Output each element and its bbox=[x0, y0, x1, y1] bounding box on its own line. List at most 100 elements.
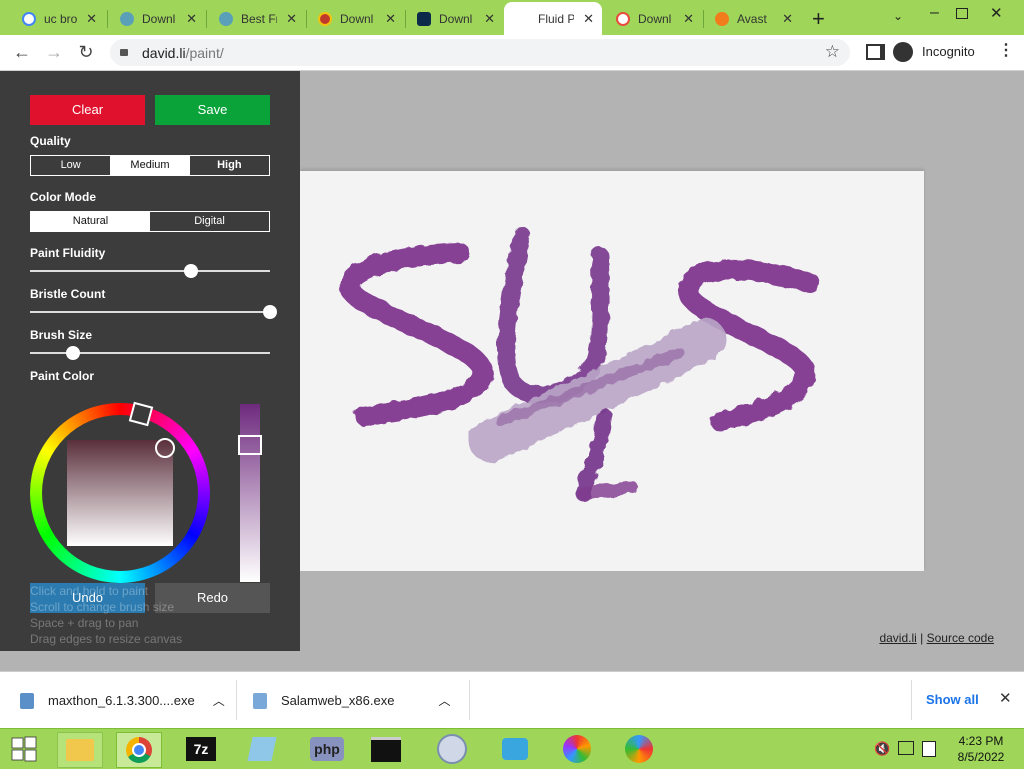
opacity-bar[interactable] bbox=[240, 404, 260, 582]
back-arrow-icon[interactable]: ← bbox=[10, 40, 34, 64]
hint-resize: Drag edges to resize canvas bbox=[30, 632, 183, 646]
paint-controls-panel: Clear Save Quality Low Medium High Color… bbox=[0, 71, 300, 651]
tab-download-4[interactable]: Downl ✕ bbox=[604, 5, 702, 33]
hint-scroll: Scroll to change brush size bbox=[30, 600, 175, 614]
reload-icon[interactable]: ↻ bbox=[74, 40, 98, 64]
system-clock[interactable]: 4:23 PM 8/5/2022 bbox=[950, 733, 1012, 765]
softonic-icon bbox=[616, 12, 630, 26]
tab-search-chevron-icon[interactable]: ⌄ bbox=[893, 9, 903, 23]
installer-file-icon bbox=[253, 692, 267, 709]
more-menu-icon[interactable]: ⋮ bbox=[998, 40, 1014, 60]
saturation-value-square[interactable] bbox=[67, 440, 173, 546]
incognito-icon[interactable] bbox=[893, 42, 913, 62]
color-mode-selector: Natural Digital bbox=[30, 211, 270, 232]
new-tab-button[interactable]: + bbox=[812, 6, 825, 32]
file-explorer-icon[interactable] bbox=[57, 732, 103, 768]
opacity-handle[interactable] bbox=[238, 435, 262, 455]
color-picker-cursor[interactable] bbox=[155, 438, 175, 458]
paint-color-label: Paint Color bbox=[30, 369, 95, 383]
close-icon[interactable]: ✕ bbox=[286, 11, 297, 27]
source-code-link[interactable]: Source code bbox=[927, 631, 994, 645]
close-icon[interactable]: ✕ bbox=[86, 11, 97, 27]
paint-fluidity-handle[interactable] bbox=[183, 264, 198, 278]
show-all-downloads-button[interactable]: Show all bbox=[926, 692, 979, 707]
color-mode-label: Color Mode bbox=[30, 190, 96, 204]
avast-icon bbox=[715, 12, 729, 26]
download-filename: Salamweb_x86.exe bbox=[281, 693, 395, 708]
chevron-up-icon[interactable]: ︿ bbox=[438, 692, 450, 709]
minimize-icon[interactable]: – bbox=[930, 4, 939, 22]
brush-size-handle[interactable] bbox=[66, 346, 81, 360]
close-icon[interactable]: ✕ bbox=[683, 11, 694, 27]
footer-links: david.li | Source code bbox=[879, 631, 994, 645]
exe-file-icon bbox=[20, 692, 34, 709]
close-icon[interactable]: ✕ bbox=[186, 11, 197, 27]
lock-icon bbox=[120, 49, 128, 56]
paint-fluidity-slider[interactable] bbox=[30, 264, 270, 278]
media-player-icon[interactable] bbox=[430, 732, 474, 766]
7zip-icon[interactable]: 7z bbox=[179, 732, 223, 766]
close-icon[interactable]: ✕ bbox=[385, 11, 396, 27]
color-mode-option-digital[interactable]: Digital bbox=[150, 212, 269, 231]
hint-pan: Space + drag to pan bbox=[30, 616, 139, 630]
tab-strip: uc bro ✕ Downl ✕ Best Fr ✕ Downl ✕ Downl… bbox=[0, 0, 1024, 35]
notepad-app-icon[interactable] bbox=[240, 732, 284, 766]
paint-canvas[interactable] bbox=[300, 171, 924, 571]
tab-download-1[interactable]: Downl ✕ bbox=[108, 5, 205, 33]
paint-fluidity-label: Paint Fluidity bbox=[30, 246, 106, 260]
page-content: Clear Save Quality Low Medium High Color… bbox=[0, 71, 1024, 671]
brush-size-label: Brush Size bbox=[30, 328, 93, 342]
photoshop-icon bbox=[417, 12, 431, 26]
window-close-icon[interactable]: ✕ bbox=[990, 4, 1003, 22]
tab-avast[interactable]: Avast ✕ bbox=[703, 5, 801, 33]
close-icon[interactable]: ✕ bbox=[782, 11, 793, 27]
downloads-bar: maxthon_6.1.3.300....exe ︿ Salamweb_x86.… bbox=[0, 671, 1024, 729]
action-center-flag-icon[interactable] bbox=[922, 741, 936, 757]
tab-uc-browser[interactable]: uc bro ✕ bbox=[10, 5, 105, 33]
chrome-icon bbox=[318, 12, 332, 26]
colorful-app-icon-2[interactable] bbox=[617, 732, 661, 766]
tab-download-3[interactable]: Downl ✕ bbox=[405, 5, 503, 33]
close-icon[interactable]: ✕ bbox=[484, 11, 495, 27]
download-item[interactable]: Salamweb_x86.exe ︿ bbox=[253, 672, 468, 729]
close-downloads-bar-icon[interactable]: ✕ bbox=[999, 689, 1012, 707]
clear-button[interactable]: Clear bbox=[30, 95, 145, 125]
tab-best-free[interactable]: Best Fr ✕ bbox=[207, 5, 305, 33]
quality-option-high[interactable]: High bbox=[190, 156, 269, 175]
command-prompt-icon[interactable] bbox=[364, 732, 408, 766]
bookmark-star-icon[interactable]: ☆ bbox=[825, 42, 840, 62]
quality-option-low[interactable]: Low bbox=[31, 156, 110, 175]
address-bar[interactable]: david.li/paint/ ☆ bbox=[110, 39, 850, 66]
url-domain: david.li bbox=[142, 45, 186, 61]
download-item[interactable]: maxthon_6.1.3.300....exe ︿ bbox=[20, 672, 235, 729]
color-mode-option-natural[interactable]: Natural bbox=[31, 212, 150, 231]
bristle-count-handle[interactable] bbox=[263, 305, 277, 319]
network-icon[interactable] bbox=[898, 741, 914, 755]
chrome-taskbar-icon[interactable] bbox=[116, 732, 162, 768]
waterfox-icon[interactable] bbox=[493, 732, 537, 766]
chevron-up-icon[interactable]: ︿ bbox=[213, 692, 225, 709]
forward-arrow-icon[interactable]: → bbox=[42, 40, 66, 64]
browser-toolbar: ← → ↻ david.li/paint/ ☆ Incognito ⋮ bbox=[0, 35, 1024, 71]
usage-hints: Click and hold to paint Scroll to change… bbox=[30, 583, 182, 647]
footer-separator: | bbox=[920, 631, 924, 645]
php-icon[interactable]: php bbox=[305, 732, 349, 766]
close-icon[interactable]: ✕ bbox=[583, 11, 594, 27]
tab-fluid-paint[interactable]: Fluid P ✕ bbox=[504, 2, 602, 35]
tab-download-2[interactable]: Downl ✕ bbox=[306, 5, 404, 33]
restore-icon[interactable] bbox=[956, 8, 968, 19]
volume-muted-icon[interactable]: 🔇 bbox=[874, 741, 890, 757]
brush-size-slider[interactable] bbox=[30, 346, 270, 360]
bristle-count-label: Bristle Count bbox=[30, 287, 106, 301]
side-panel-icon[interactable] bbox=[866, 44, 885, 60]
quality-selector: Low Medium High bbox=[30, 155, 270, 176]
bristle-count-slider[interactable] bbox=[30, 305, 277, 319]
url-path: /paint/ bbox=[185, 45, 224, 61]
quality-option-medium[interactable]: Medium bbox=[110, 156, 190, 175]
save-button[interactable]: Save bbox=[155, 95, 270, 125]
globe-icon bbox=[120, 12, 134, 26]
site-link[interactable]: david.li bbox=[879, 631, 916, 645]
start-button-windows-icon[interactable] bbox=[2, 732, 46, 766]
colorful-app-icon[interactable] bbox=[555, 732, 599, 766]
quality-label: Quality bbox=[30, 134, 71, 148]
